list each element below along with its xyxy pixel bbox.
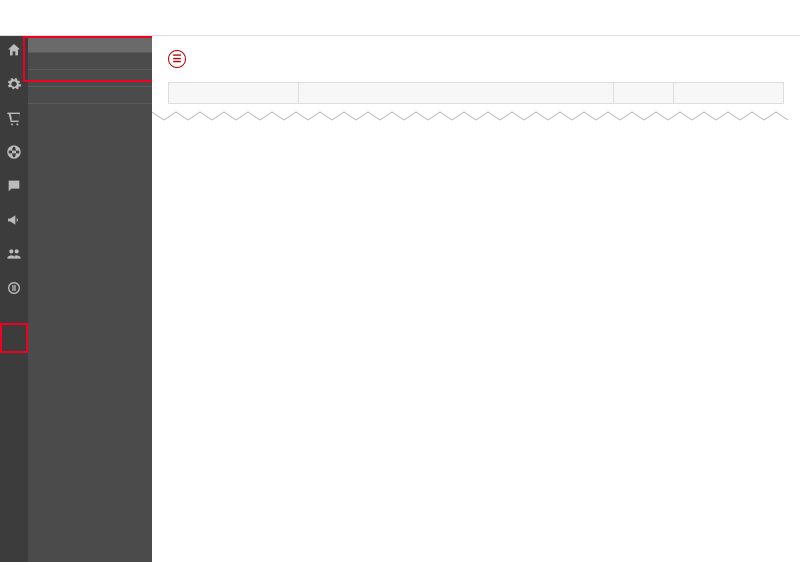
sidebar-item-webapi[interactable] bbox=[28, 87, 152, 104]
main-content: ☰ bbox=[152, 36, 800, 562]
icon-rail bbox=[0, 36, 28, 562]
th-cost bbox=[614, 83, 674, 104]
th-name bbox=[169, 83, 299, 104]
megaphone-icon[interactable] bbox=[6, 212, 22, 228]
page-break-zigzag bbox=[152, 104, 800, 126]
globe-icon[interactable] bbox=[6, 144, 22, 160]
sidebar-item-option-apply[interactable] bbox=[28, 36, 152, 53]
feature-table bbox=[168, 82, 784, 104]
header bbox=[0, 0, 800, 36]
list-icon[interactable] bbox=[6, 280, 22, 296]
logo bbox=[12, 6, 16, 29]
list-circle-icon: ☰ bbox=[168, 50, 186, 68]
sidebar bbox=[28, 36, 152, 562]
sidebar-item-support[interactable] bbox=[28, 70, 152, 87]
th-desc bbox=[299, 83, 614, 104]
cart-icon[interactable] bbox=[6, 110, 22, 126]
users-icon[interactable] bbox=[6, 246, 22, 262]
page-title: ☰ bbox=[168, 50, 192, 68]
chat-icon[interactable] bbox=[6, 178, 22, 194]
home-icon[interactable] bbox=[6, 42, 22, 58]
th-act bbox=[674, 83, 784, 104]
sidebar-item-settings[interactable] bbox=[28, 53, 152, 70]
gear-icon[interactable] bbox=[6, 76, 22, 92]
